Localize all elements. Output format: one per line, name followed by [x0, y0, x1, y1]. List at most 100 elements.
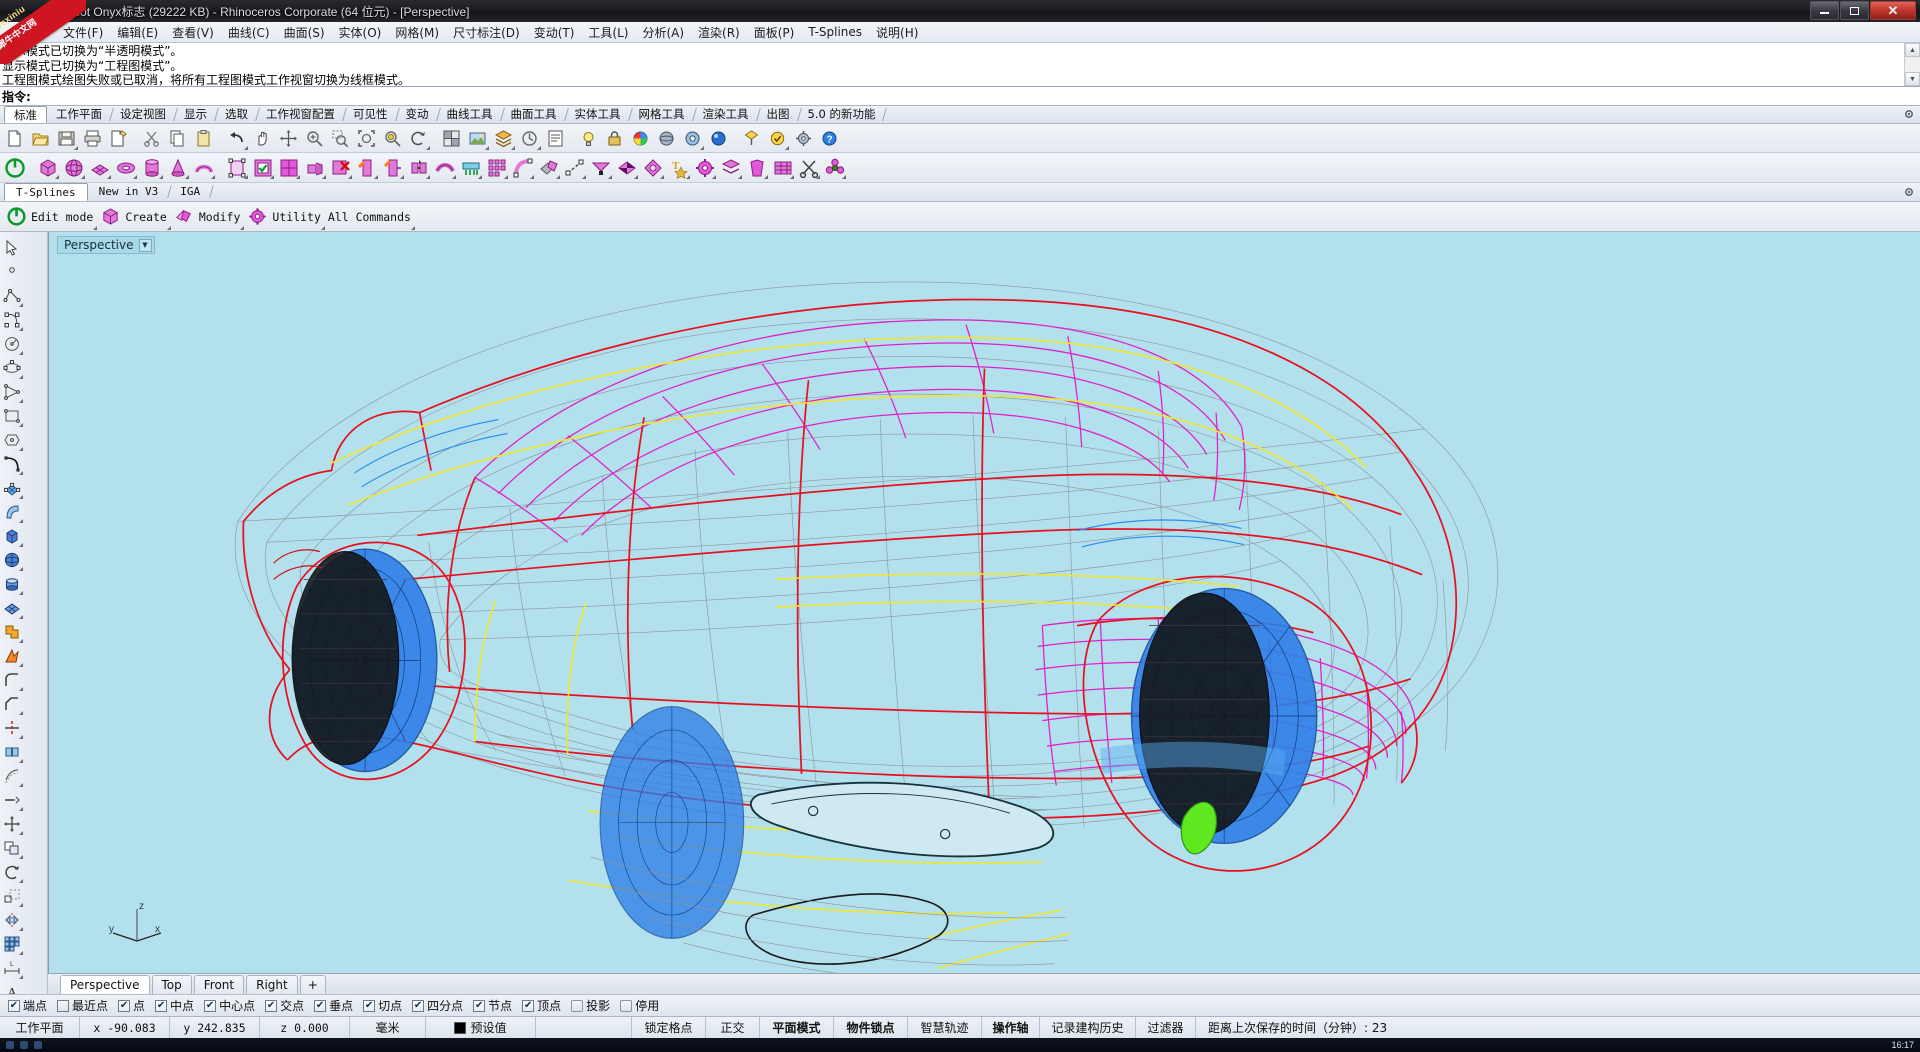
tsplines-torus-icon[interactable] — [113, 155, 138, 180]
zoom-dynamic-icon[interactable] — [276, 126, 301, 151]
dimension-icon[interactable]: L — [0, 956, 24, 980]
menu-item-dimension[interactable]: 尺寸标注(D) — [446, 22, 527, 43]
print-icon[interactable] — [80, 126, 105, 151]
maximize-button[interactable] — [1840, 1, 1869, 20]
command-input[interactable] — [33, 88, 1920, 104]
tsplines-cylinder-icon[interactable] — [139, 155, 164, 180]
lock-icon[interactable] — [602, 126, 627, 151]
point-icon[interactable] — [0, 260, 24, 284]
status-toggle-osnap[interactable]: 物件锁点 — [834, 1017, 908, 1038]
status-toggle-history[interactable]: 记录建构历史 — [1040, 1017, 1136, 1038]
status-toggle-gumball[interactable]: 操作轴 — [982, 1017, 1040, 1038]
tsplines-face-select-icon[interactable] — [250, 155, 275, 180]
checkbox-checked-icon[interactable]: ✔ — [155, 999, 168, 1012]
tsplines-diamond-icon[interactable] — [640, 155, 665, 180]
osnap-vertex[interactable]: ✔ 顶点 — [522, 997, 561, 1014]
menu-item-curve[interactable]: 曲线(C) — [221, 22, 277, 43]
close-button[interactable]: ✕ — [1870, 1, 1916, 20]
checkbox-unchecked-icon[interactable] — [57, 999, 70, 1012]
rectangle-icon[interactable] — [0, 404, 24, 428]
tsplines-modify-button[interactable]: Modify — [173, 204, 245, 230]
status-cplane[interactable]: 工作平面 — [0, 1017, 80, 1038]
surface-control-points-icon[interactable] — [0, 476, 24, 500]
zoom-window-icon[interactable] — [328, 126, 353, 151]
hexagon-icon[interactable] — [0, 428, 24, 452]
tsplines-merge-icon[interactable] — [406, 155, 431, 180]
menu-item-analyze[interactable]: 分析(A) — [635, 22, 691, 43]
perspective-viewport[interactable]: Perspective ▼ z y x — [48, 232, 1920, 973]
tsplines-gear-icon[interactable] — [692, 155, 717, 180]
command-history-panel[interactable]: 显示模式已切换为“半透明模式”。 显示模式已切换为“工程图模式”。 工程图模式绘… — [0, 43, 1920, 87]
viewport-tab-perspective[interactable]: Perspective — [60, 974, 150, 994]
tsplines-tab-tsplines[interactable]: T-Splines — [4, 183, 88, 201]
menu-item-edit[interactable]: 编辑(E) — [110, 22, 165, 43]
tsplines-convert-icon[interactable] — [536, 155, 561, 180]
osnap-project[interactable]: 投影 — [571, 997, 610, 1014]
status-toggle-smarttrack[interactable]: 智慧轨迹 — [908, 1017, 982, 1038]
toolbar-tab-select[interactable]: 选取 — [216, 106, 257, 123]
osnap-quadrant[interactable]: ✔ 四分点 — [412, 997, 463, 1014]
copy-object-icon[interactable] — [0, 836, 24, 860]
layer-state-icon[interactable] — [517, 126, 542, 151]
checkbox-checked-icon[interactable]: ✔ — [118, 999, 131, 1012]
pan-hand-icon[interactable] — [250, 126, 275, 151]
tsplines-sweep-icon[interactable] — [510, 155, 535, 180]
checkbox-checked-icon[interactable]: ✔ — [473, 999, 486, 1012]
save-icon[interactable] — [54, 126, 79, 151]
osnap-endpoint[interactable]: ✔ 端点 — [8, 997, 47, 1014]
toolbar-tab-viewports[interactable]: 工作视窗配置 — [257, 106, 344, 123]
render-icon[interactable] — [465, 126, 490, 151]
tsplines-table-icon[interactable] — [770, 155, 795, 180]
checkbox-checked-icon[interactable]: ✔ — [8, 999, 20, 1012]
status-toggle-planar[interactable]: 平面模式 — [760, 1017, 834, 1038]
osnap-disable[interactable]: 停用 — [620, 997, 659, 1014]
viewport-title[interactable]: Perspective ▼ — [57, 236, 155, 254]
copy-icon[interactable] — [165, 126, 190, 151]
offset-icon[interactable] — [0, 764, 24, 788]
minimize-button[interactable] — [1810, 1, 1839, 20]
rotate-view-icon[interactable] — [406, 126, 431, 151]
tsplines-delete-icon[interactable] — [328, 155, 353, 180]
tsplines-tab-iga[interactable]: IGA — [169, 183, 211, 201]
arc-blend-icon[interactable] — [0, 452, 24, 476]
help-icon[interactable]: ? — [817, 126, 842, 151]
tsplines-layer-icon[interactable] — [718, 155, 743, 180]
checkbox-checked-icon[interactable]: ✔ — [204, 999, 217, 1012]
surface-patch-blue-icon[interactable] — [0, 596, 24, 620]
properties-icon[interactable] — [543, 126, 568, 151]
ellipse-icon[interactable] — [0, 356, 24, 380]
undo-icon[interactable] — [224, 126, 249, 151]
menu-item-file[interactable]: 文件(F) — [56, 22, 110, 43]
tsplines-editmode-button[interactable]: Edit mode — [5, 204, 98, 230]
viewport-tab-front[interactable]: Front — [193, 974, 245, 994]
toolbar-tab-transform[interactable]: 变动 — [397, 106, 438, 123]
scroll-down-icon[interactable]: ▼ — [1905, 72, 1920, 86]
text-icon[interactable]: A — [0, 980, 24, 994]
checkbox-unchecked-icon[interactable] — [620, 999, 633, 1012]
tsplines-text-icon[interactable]: T — [666, 155, 691, 180]
toolbar-tab-surfacetools[interactable]: 曲面工具 — [502, 106, 566, 123]
command-history-scrollbar[interactable]: ▲ ▼ — [1904, 43, 1920, 86]
viewport-tab-add[interactable]: + — [299, 974, 326, 994]
zoom-in-icon[interactable] — [302, 126, 327, 151]
checkbox-checked-icon[interactable]: ✔ — [265, 999, 278, 1012]
osnap-midpoint[interactable]: ✔ 中点 — [155, 997, 194, 1014]
toolbar-tab-solidtools[interactable]: 实体工具 — [566, 106, 630, 123]
array-icon[interactable] — [0, 932, 24, 956]
tsplines-array-icon[interactable] — [484, 155, 509, 180]
tsplines-ctrlpoints-icon[interactable] — [224, 155, 249, 180]
zoom-extents-icon[interactable] — [354, 126, 379, 151]
toolbar-tab-standard[interactable]: 标准 — [4, 106, 47, 123]
menu-item-transform[interactable]: 变动(T) — [527, 22, 582, 43]
taskbar-app-icon[interactable] — [6, 1041, 14, 1049]
sphere-solid-icon[interactable] — [0, 548, 24, 572]
tsplines-grid-icon[interactable] — [276, 155, 301, 180]
chamfer-icon[interactable] — [0, 692, 24, 716]
status-toggle-snap[interactable]: 锁定格点 — [632, 1017, 706, 1038]
menu-item-tools[interactable]: 工具(L) — [581, 22, 635, 43]
toolbar-tab-newin50[interactable]: 5.0 的新功能 — [799, 106, 885, 123]
viewport-layout-icon[interactable] — [439, 126, 464, 151]
tsplines-swatch-icon[interactable] — [744, 155, 769, 180]
tsplines-plane-icon[interactable] — [87, 155, 112, 180]
osnap-intersection[interactable]: ✔ 交点 — [265, 997, 304, 1014]
